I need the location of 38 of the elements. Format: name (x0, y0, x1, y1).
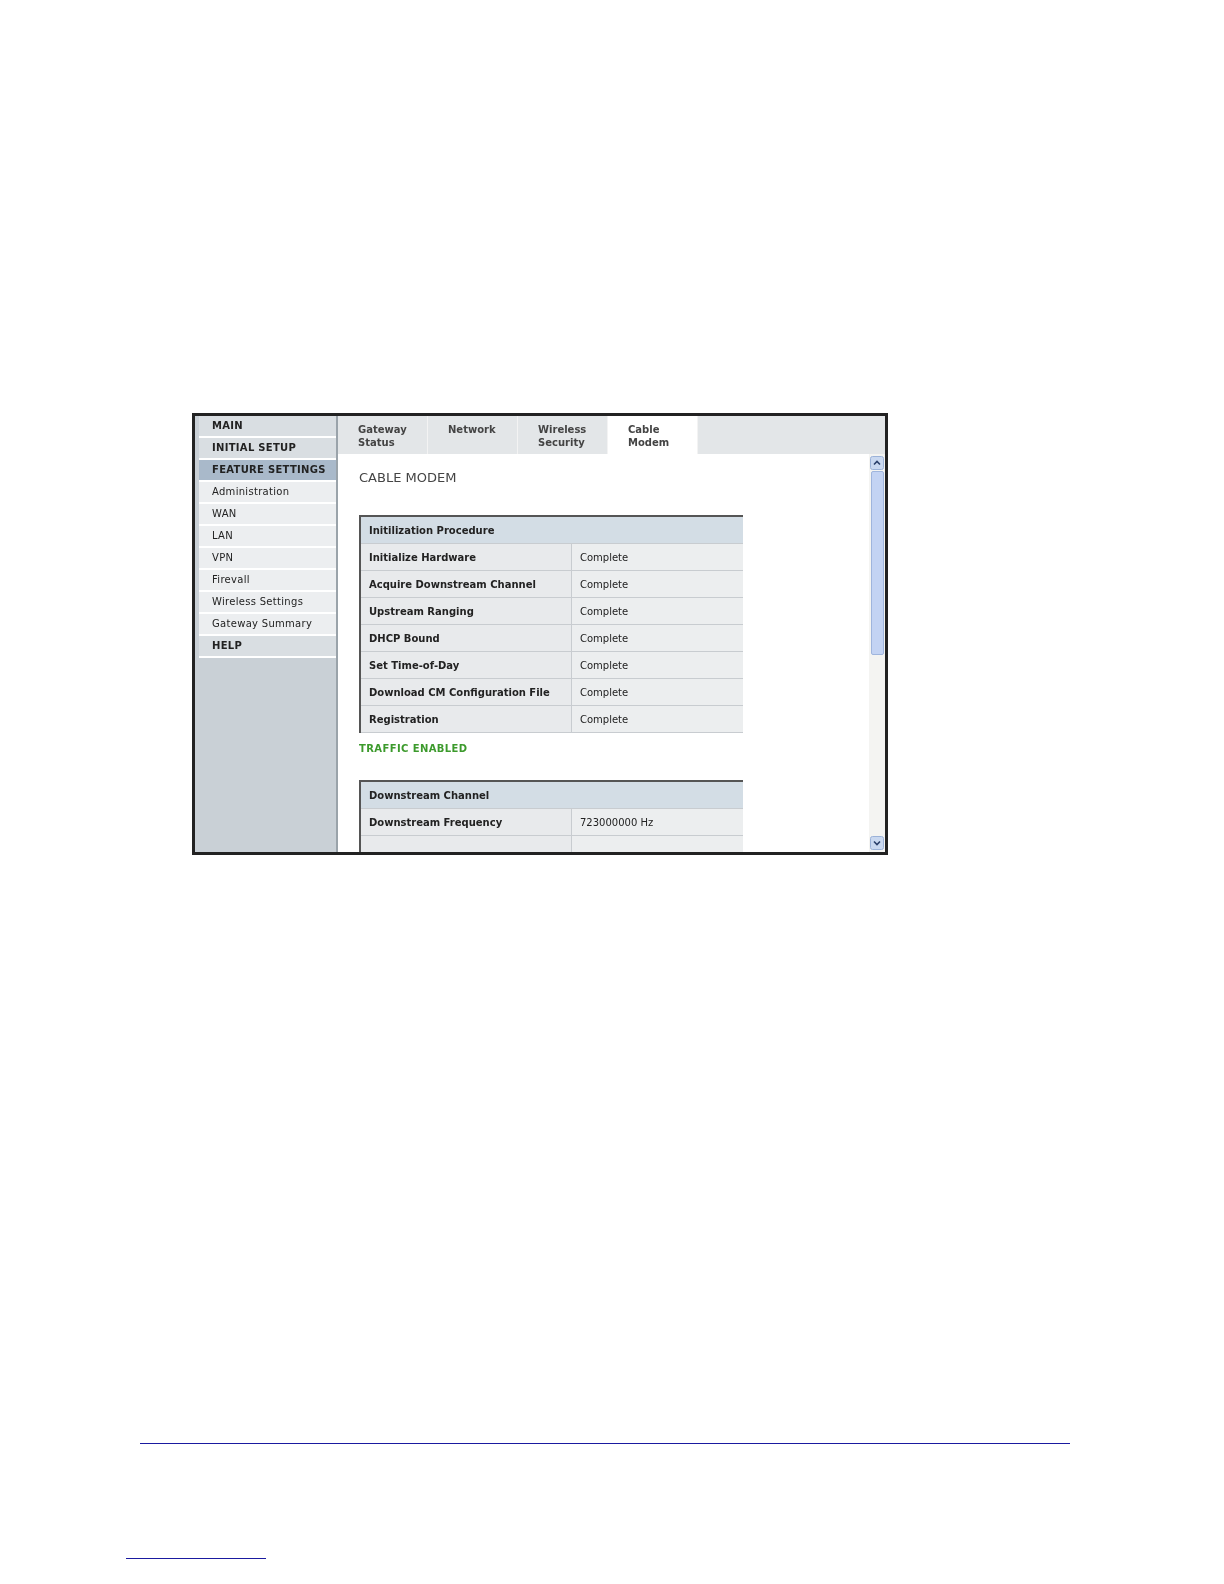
table-heading: Initilization Procedure (360, 516, 743, 544)
table-cell: Set Time-of-Day (360, 651, 572, 679)
table-cell: Upstream Ranging (360, 597, 572, 625)
tab[interactable]: Gateway Status (338, 416, 428, 454)
tab[interactable]: Network (428, 416, 518, 454)
table-cell: Initialize Hardware (360, 543, 572, 571)
page-title: CABLE MODEM (359, 470, 458, 485)
sidebar-item[interactable]: FEATURE SETTINGS (199, 460, 336, 482)
table-cell: Complete (571, 678, 743, 706)
scrollbar[interactable] (869, 454, 885, 852)
table-cell: Acquire Downstream Channel (360, 570, 572, 598)
traffic-status: TRAFFIC ENABLED (359, 743, 469, 754)
sidebar-item[interactable]: Gateway Summary (199, 614, 336, 636)
table-cell: 723000000 Hz (571, 808, 743, 836)
sidebar-item[interactable]: Administration (199, 482, 336, 504)
scroll-thumb[interactable] (870, 471, 884, 655)
scroll-up-icon[interactable] (870, 456, 884, 470)
sidebar-item[interactable]: Firevall (199, 570, 336, 592)
sidebar-item[interactable]: INITIAL SETUP (199, 438, 336, 460)
tab[interactable]: Cable Modem (608, 416, 698, 454)
sidebar-item[interactable]: HELP (199, 636, 336, 658)
table-cell: Complete (571, 651, 743, 679)
table-cell: Complete (571, 705, 743, 733)
table-cell: Complete (571, 543, 743, 571)
sidebar-item[interactable]: MAIN (199, 416, 336, 438)
table-cell: Complete (571, 624, 743, 652)
table-cell: DHCP Bound (360, 624, 572, 652)
table-cell: Download CM Configuration File (360, 678, 572, 706)
table-cell: Complete (571, 597, 743, 625)
table-heading: Downstream Channel (360, 781, 743, 809)
sidebar-item[interactable]: LAN (199, 526, 336, 548)
sidebar-item[interactable]: Wireless Settings (199, 592, 336, 614)
sidebar-item[interactable]: WAN (199, 504, 336, 526)
sidebar-item[interactable]: VPN (199, 548, 336, 570)
table-cell: Complete (571, 570, 743, 598)
scroll-down-icon[interactable] (870, 836, 884, 850)
table-cell: Downstream Frequency (360, 808, 572, 836)
table-cell: Registration (360, 705, 572, 733)
